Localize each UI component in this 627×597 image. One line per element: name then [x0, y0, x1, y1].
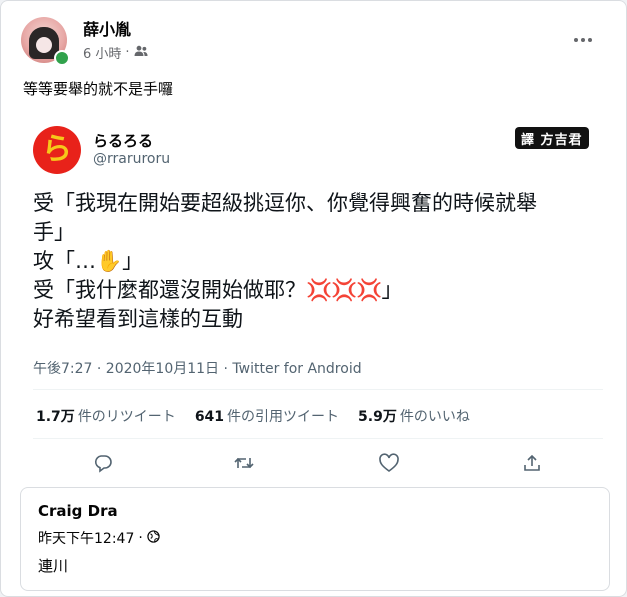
- post-time[interactable]: 6 小時: [83, 43, 121, 62]
- facebook-post-card: 薛小胤 6 小時 · 等等要舉的就不是手囉 ら らるろる @rraruroru …: [0, 0, 627, 597]
- comment-time[interactable]: 昨天下午12:47: [38, 528, 134, 548]
- retweet-stat: 1.7万 件のリツイート: [36, 409, 176, 425]
- post-text: 等等要舉的就不是手囉: [23, 80, 174, 98]
- tweet-handle: @rraruroru: [93, 151, 171, 167]
- friends-audience-icon[interactable]: [134, 45, 148, 61]
- post-meta: 6 小時 ·: [83, 43, 148, 62]
- tweet-stats: 1.7万 件のリツイート 641 件の引用ツイート 5.9万 件のいいね: [36, 406, 470, 426]
- tweet-avatar: ら: [33, 126, 81, 174]
- divider: [33, 389, 603, 390]
- meta-separator: ·: [138, 530, 143, 546]
- tweet-timestamp: 午後7:27 · 2020年10月11日 · Twitter for Andro…: [33, 361, 362, 377]
- more-options-button[interactable]: [567, 28, 599, 52]
- tweet-line: 手」: [33, 220, 75, 244]
- like-stat: 5.9万 件のいいね: [358, 409, 470, 425]
- comment-text: 連川: [38, 557, 69, 575]
- embedded-tweet-image[interactable]: ら らるろる @rraruroru 譯 方吉君 受「我現在開始要超級挑逗你、你覺…: [21, 117, 607, 479]
- more-icon: [574, 38, 578, 42]
- post-author-name[interactable]: 薛小胤: [83, 16, 131, 40]
- tweet-line: 攻「…✋」: [33, 249, 144, 273]
- comment-meta: 昨天下午12:47 ·: [38, 528, 160, 548]
- anger-emoji: 💢💢💢: [306, 278, 382, 302]
- tweet-text: 受「我現在開始要超級挑逗你、你覺得興奮的時候就舉 手」 攻「…✋」 受「我什麼都…: [33, 189, 598, 334]
- comment-item: Craig Dra 昨天下午12:47 · 連川: [20, 487, 610, 591]
- tweet-line: 好希望看到這樣的互動: [33, 307, 243, 331]
- retweet-icon: [232, 451, 256, 475]
- globe-icon: [147, 529, 160, 547]
- author-avatar[interactable]: [21, 17, 70, 66]
- tweet-line: 受「我現在開始要超級挑逗你、你覺得興奮的時候就舉: [33, 191, 537, 215]
- meta-separator: ·: [125, 45, 130, 60]
- tweet-line: 受「我什麼都還沒開始做耶？💢💢💢」: [33, 278, 403, 302]
- tweet-avatar-glyph: ら: [42, 132, 72, 167]
- translator-watermark: 譯 方吉君: [515, 127, 589, 149]
- tweet-actions: [21, 451, 607, 475]
- share-icon: [520, 451, 544, 475]
- raised-hand-emoji: ✋: [96, 249, 123, 273]
- reply-icon: [91, 451, 115, 475]
- online-status-dot: [54, 50, 70, 66]
- like-icon: [377, 451, 401, 475]
- divider: [33, 438, 603, 439]
- tweet-display-name: らるろる: [93, 132, 154, 150]
- quote-stat: 641 件の引用ツイート: [194, 409, 340, 425]
- comment-author[interactable]: Craig Dra: [38, 502, 118, 520]
